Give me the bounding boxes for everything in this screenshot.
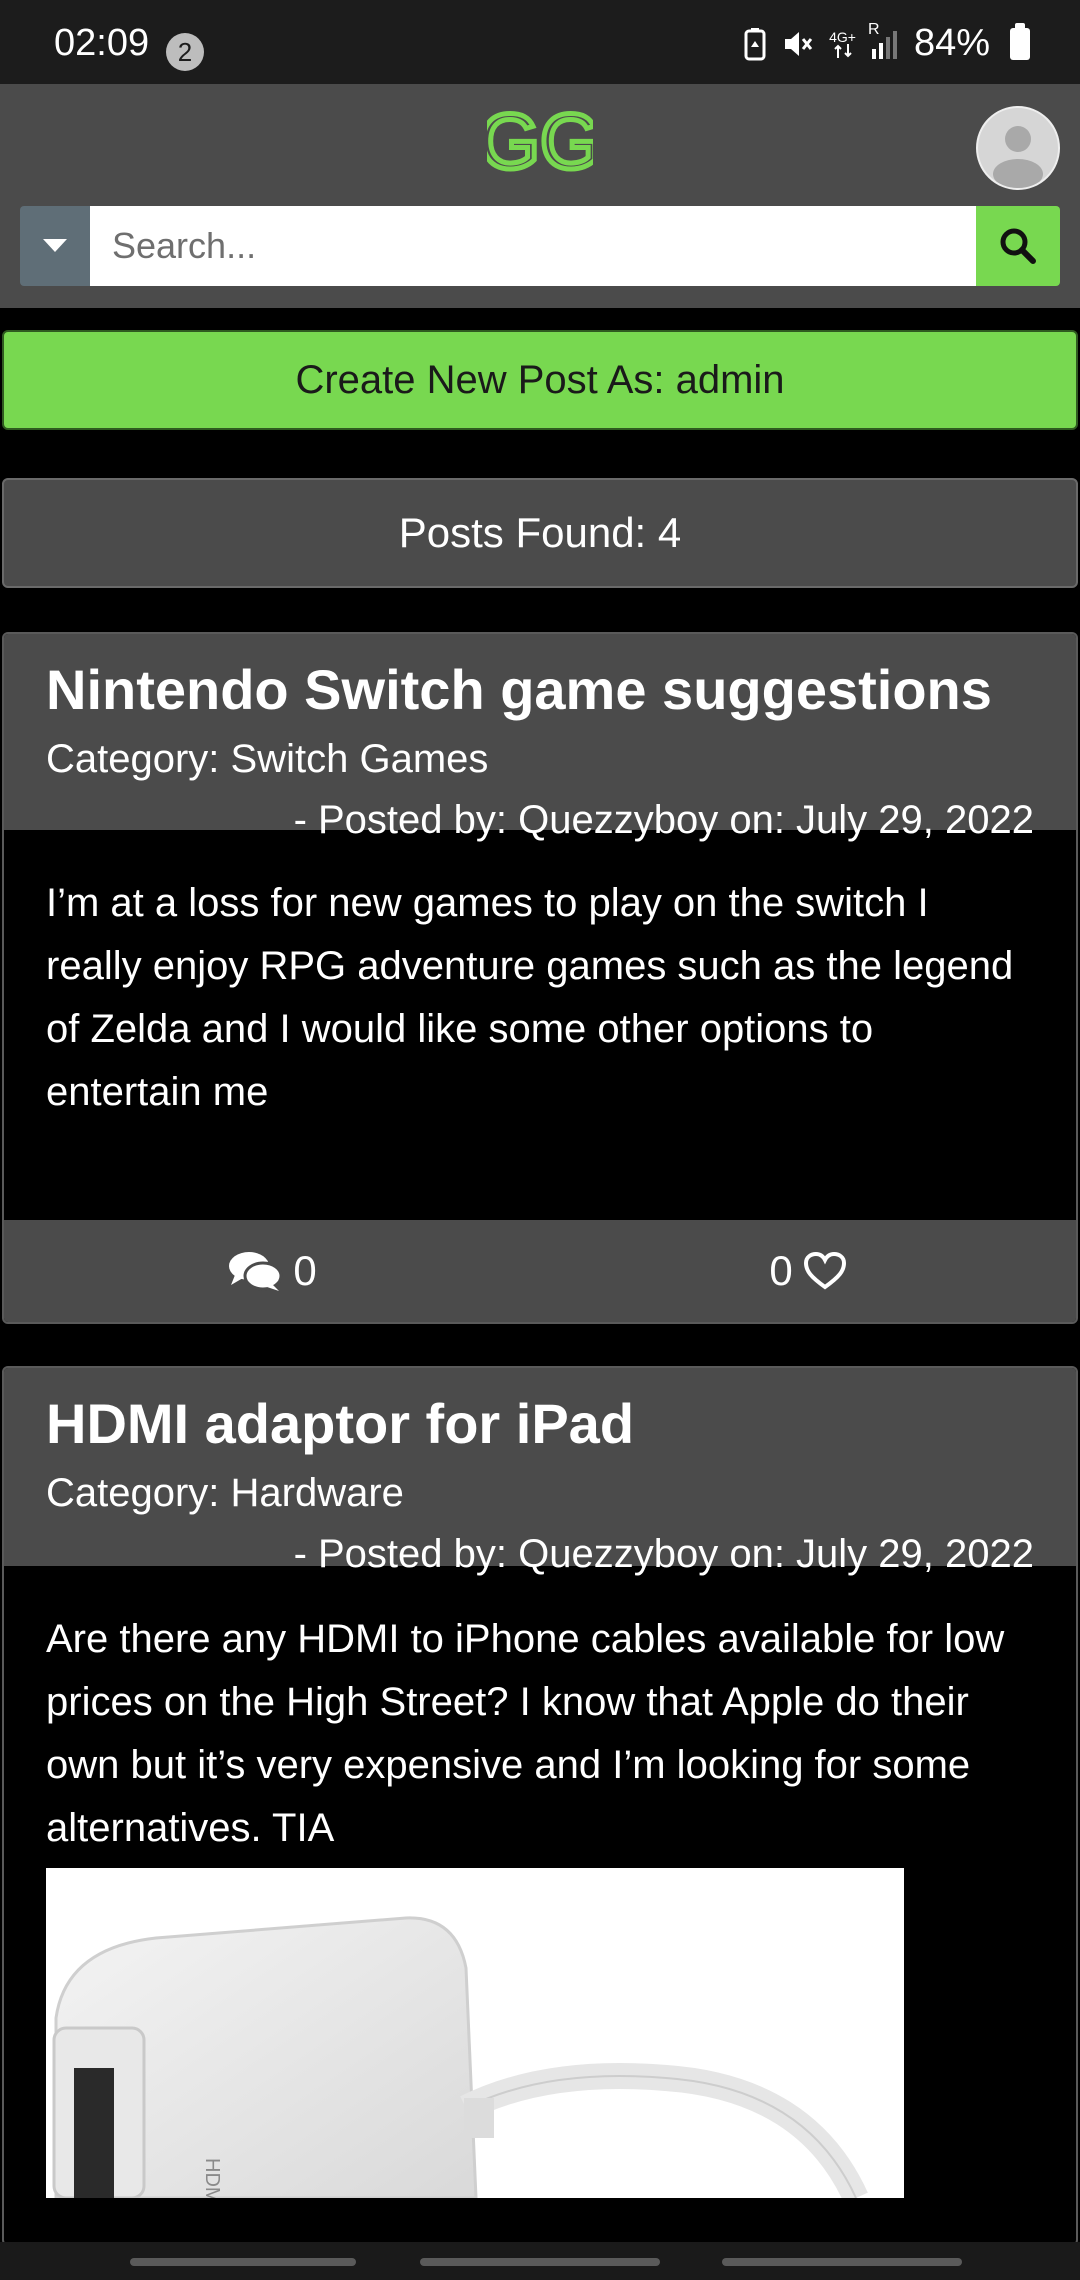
search-input[interactable]	[90, 206, 976, 286]
user-avatar-icon	[993, 126, 1043, 188]
nav-back-button[interactable]	[722, 2258, 962, 2266]
post-title[interactable]: Nintendo Switch game suggestions	[46, 656, 1034, 723]
battery-percent: 84%	[913, 22, 990, 64]
battery-icon	[1010, 22, 1030, 60]
network-type-icon: 4G+	[829, 30, 856, 58]
post-body: Are there any HDMI to iPhone cables avai…	[4, 1566, 1076, 2198]
post-footer: 0 0	[4, 1220, 1076, 1322]
post-category: Category: Switch Games	[46, 737, 489, 782]
logo-text: GG	[487, 106, 593, 182]
post-image[interactable]: HDMI	[46, 1868, 904, 2198]
nav-recents-button[interactable]	[130, 2258, 356, 2266]
search-icon	[1000, 228, 1036, 264]
notification-count-badge: 2	[166, 33, 204, 71]
logo[interactable]: GG	[477, 95, 603, 188]
like-count: 0	[769, 1247, 793, 1294]
heart-icon	[803, 1251, 846, 1290]
post-card: HDMI adaptor for iPad Category: Hardware…	[2, 1366, 1078, 2246]
battery-saver-icon	[743, 27, 767, 61]
search-button[interactable]	[976, 206, 1060, 286]
search-bar	[20, 206, 1060, 286]
status-icons: 4G+ R 84%	[743, 21, 1030, 65]
caret-down-icon	[43, 239, 67, 252]
signal-icon: R	[868, 21, 900, 61]
roaming-label: R	[867, 20, 880, 38]
like-button[interactable]: 0	[540, 1247, 1076, 1295]
post-body-text: Are there any HDMI to iPhone cables avai…	[46, 1617, 1005, 1850]
comments-icon	[229, 1252, 283, 1291]
search-filter-dropdown[interactable]	[20, 206, 90, 286]
navigation-bar	[0, 2242, 1080, 2280]
post-body: I’m at a loss for new games to play on t…	[46, 881, 1014, 1114]
post-card: Nintendo Switch game suggestions Categor…	[2, 632, 1078, 1324]
nav-home-button[interactable]	[420, 2258, 660, 2266]
comment-count: 0	[293, 1247, 317, 1294]
app-header: GG	[0, 84, 1080, 308]
user-avatar[interactable]	[976, 106, 1060, 190]
mute-icon	[781, 27, 815, 61]
image-caption: HDMI	[201, 2158, 223, 2198]
post-header: Nintendo Switch game suggestions Categor…	[4, 634, 1076, 842]
create-post-button[interactable]: Create New Post As: admin	[2, 330, 1078, 430]
comments-button[interactable]: 0	[4, 1247, 540, 1295]
post-meta: - Posted by: Quezzyboy on: July 29, 2022	[293, 798, 1034, 843]
hdmi-adapter-image: HDMI	[46, 1868, 904, 2198]
posts-found-count: Posts Found: 4	[2, 478, 1078, 588]
status-bar: 02:09 2 4G+ R 84%	[0, 0, 1080, 84]
post-category: Category: Hardware	[46, 1471, 404, 1516]
post-meta: - Posted by: Quezzyboy on: July 29, 2022	[293, 1532, 1034, 1577]
network-type-label: 4G+	[829, 28, 856, 45]
post-title[interactable]: HDMI adaptor for iPad	[46, 1390, 1034, 1457]
status-time: 02:09	[54, 22, 150, 64]
post-header: HDMI adaptor for iPad Category: Hardware…	[4, 1368, 1076, 1576]
